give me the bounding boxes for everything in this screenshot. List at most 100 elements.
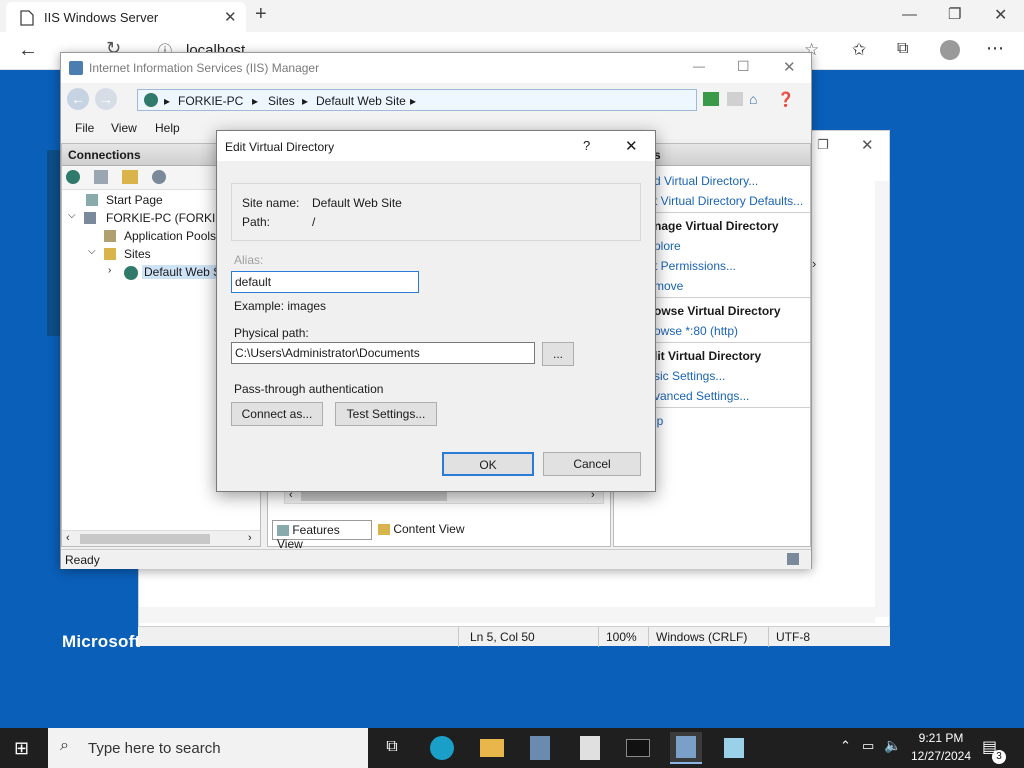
tab-content-view[interactable]: Content View (374, 520, 474, 540)
iis-statusbar: Ready (61, 549, 811, 569)
features-scroll-thumb[interactable] (301, 492, 447, 501)
iis-manager-taskbar-icon[interactable] (676, 736, 696, 758)
alias-input[interactable]: default (231, 271, 419, 293)
collections-icon[interactable]: ⧉ (897, 40, 908, 58)
action-vdir-defaults[interactable]: t Virtual Directory Defaults... (654, 194, 803, 208)
site-name-value: Default Web Site (312, 196, 402, 210)
connect-as-button[interactable]: Connect as... (231, 402, 323, 426)
clock-date[interactable]: 12/27/2024 (906, 749, 976, 763)
action-remove[interactable]: move (654, 279, 683, 293)
alias-example: Example: images (234, 299, 327, 313)
menu-view[interactable]: View (111, 121, 137, 135)
expand-server-icon[interactable]: ⌵ (68, 210, 76, 221)
tree-start-page[interactable]: Start Page (106, 193, 163, 207)
nav-back-icon[interactable]: ← (67, 88, 89, 110)
dialog-close-icon[interactable]: ✕ (625, 137, 638, 155)
tree-default-site[interactable]: Default Web S (142, 265, 224, 279)
file-explorer-icon[interactable] (480, 739, 504, 757)
app-pools-icon (104, 230, 116, 242)
breadcrumb[interactable]: ▸ FORKIE-PC ▸ Sites ▸ Default Web Site ▸ (137, 89, 697, 111)
notepad-vscrollbar[interactable] (875, 181, 889, 617)
action-edit-permissions[interactable]: t Permissions... (654, 259, 736, 273)
action-browse-80[interactable]: owse *:80 (http) (654, 324, 738, 338)
close-icon[interactable]: ✕ (994, 5, 1007, 25)
breadcrumb-site[interactable]: Default Web Site (316, 94, 406, 108)
server-manager-icon[interactable] (530, 736, 550, 760)
minimize-icon[interactable]: — (902, 6, 917, 23)
nav-forward-icon[interactable]: → (95, 88, 117, 110)
browser-titlebar: IIS Windows Server ✕ + — ❐ ✕ (0, 0, 1024, 32)
notepad-hscrollbar[interactable] (139, 607, 875, 623)
iis-toolbar-icon-1[interactable] (703, 92, 719, 106)
more-icon[interactable]: ⋯ (986, 38, 1004, 59)
taskbar: ⊞ ⌕ Type here to search ⧉ ⌃ ▭ 🔈 9:21 PM … (0, 728, 1024, 768)
iis-app-icon (69, 61, 83, 75)
action-explore[interactable]: plore (654, 239, 681, 253)
notepad-restore-icon[interactable]: ❐ (817, 137, 829, 153)
expand-site-icon[interactable]: › (108, 265, 111, 276)
physical-path-input[interactable]: C:\Users\Administrator\Documents (231, 342, 535, 364)
breadcrumb-server[interactable]: FORKIE-PC (178, 94, 243, 108)
iis-toolbar-icon-2[interactable] (727, 92, 743, 106)
menu-file[interactable]: File (75, 121, 94, 135)
cancel-button[interactable]: Cancel (543, 452, 641, 476)
disconnect-icon[interactable] (152, 170, 166, 184)
dialog-title: Edit Virtual Directory (225, 140, 335, 154)
volume-icon[interactable]: 🔈 (884, 737, 901, 754)
terminal-icon[interactable] (626, 739, 650, 757)
tab-features-view[interactable]: Features View (272, 520, 372, 551)
task-view-icon[interactable]: ⧉ (376, 732, 408, 764)
notepad-close-icon[interactable]: ✕ (861, 136, 874, 154)
iis-address-bar: ← → ▸ FORKIE-PC ▸ Sites ▸ Default Web Si… (61, 83, 811, 117)
iis-title: Internet Information Services (IIS) Mana… (89, 61, 320, 75)
java-icon[interactable] (580, 736, 600, 760)
tree-app-pools[interactable]: Application Pools (124, 229, 216, 243)
action-add-vdir[interactable]: d Virtual Directory... (654, 174, 758, 188)
ok-button[interactable]: OK (442, 452, 534, 476)
collapse-chevron-icon[interactable]: › (812, 256, 816, 271)
action-basic-settings[interactable]: sic Settings... (654, 369, 725, 383)
scroll-thumb[interactable] (80, 534, 210, 544)
taskbar-search[interactable]: ⌕ Type here to search (48, 728, 368, 768)
show-hidden-icons-icon[interactable]: ⌃ (840, 738, 851, 754)
browse-path-button[interactable]: ... (542, 342, 574, 366)
search-placeholder: Type here to search (88, 740, 221, 757)
browser-tab[interactable]: IIS Windows Server ✕ (6, 2, 246, 32)
expand-sites-icon[interactable]: ⌵ (88, 246, 96, 257)
site-name-label: Site name: (242, 196, 300, 210)
iis-minimize-icon[interactable]: — (693, 59, 705, 73)
restore-icon[interactable]: ❐ (948, 5, 961, 23)
network-icon[interactable]: ▭ (862, 738, 874, 754)
site-globe-icon (124, 266, 138, 280)
features-view-icon (277, 525, 289, 537)
physical-path-label: Physical path: (234, 326, 309, 340)
folder-up-icon[interactable] (122, 170, 138, 184)
dialog-help-button[interactable]: ? (583, 138, 590, 153)
notepad-statusbar: Ln 5, Col 50 100% Windows (CRLF) UTF-8 (138, 626, 890, 647)
new-tab-icon[interactable]: + (255, 3, 267, 26)
back-icon[interactable]: ← (18, 39, 38, 62)
favorites-icon[interactable]: ✩ (852, 40, 866, 60)
start-windows-icon[interactable]: ⊞ (14, 738, 29, 759)
notepad-taskbar-icon[interactable] (724, 738, 744, 758)
action-advanced-settings[interactable]: vanced Settings... (654, 389, 749, 403)
test-settings-button[interactable]: Test Settings... (335, 402, 437, 426)
connect-icon[interactable] (66, 170, 80, 184)
help-icon[interactable]: ❓ (777, 91, 794, 108)
tab-title: IIS Windows Server (44, 10, 159, 25)
notification-count-badge: 3 (992, 750, 1006, 764)
menu-help[interactable]: Help (155, 121, 180, 135)
home-icon[interactable]: ⌂ (749, 91, 757, 107)
save-icon[interactable] (94, 170, 108, 184)
connections-hscrollbar[interactable]: ‹ › (62, 530, 260, 546)
breadcrumb-sites[interactable]: Sites (268, 94, 295, 108)
tree-sites[interactable]: Sites (124, 247, 151, 261)
path-value: / (312, 215, 316, 229)
edge-icon[interactable] (430, 736, 454, 760)
iis-maximize-icon[interactable]: ☐ (737, 58, 750, 75)
tab-close-icon[interactable]: ✕ (224, 8, 237, 26)
clock-time[interactable]: 9:21 PM (910, 731, 972, 745)
iis-close-icon[interactable]: ✕ (783, 58, 796, 76)
server-icon (84, 212, 96, 224)
profile-icon[interactable] (940, 40, 960, 60)
